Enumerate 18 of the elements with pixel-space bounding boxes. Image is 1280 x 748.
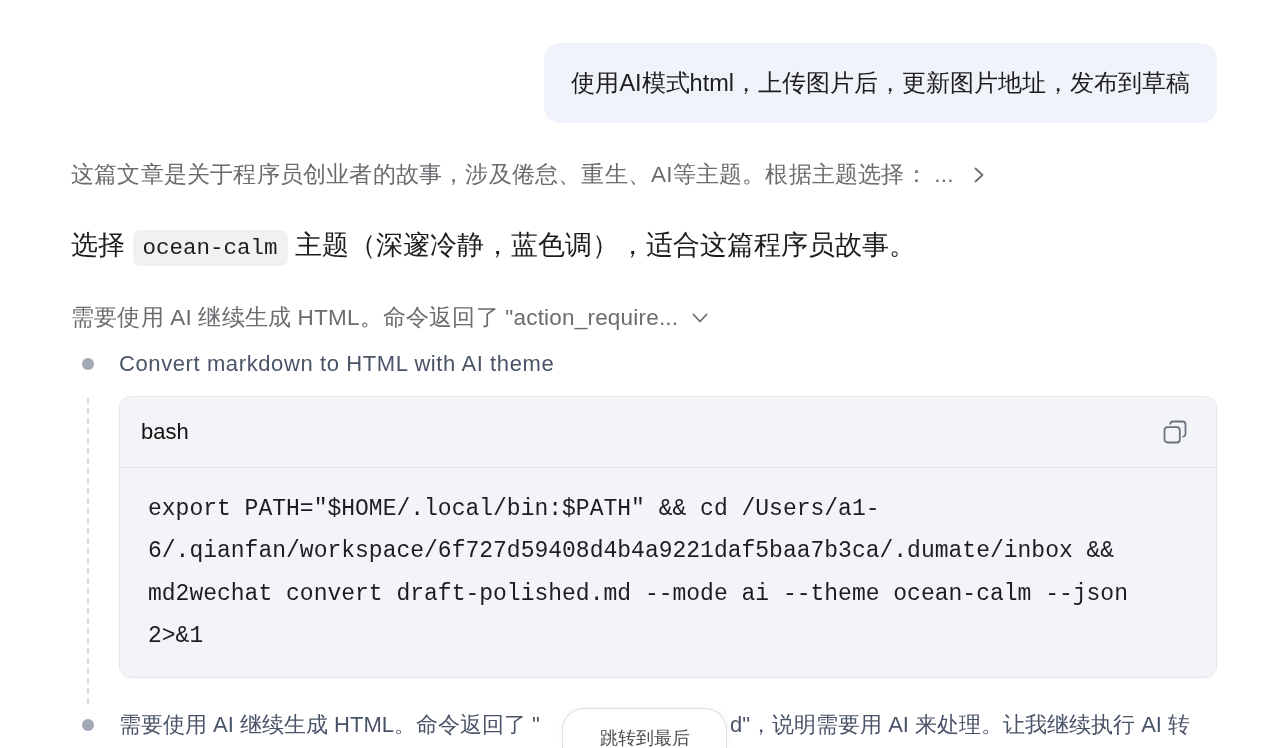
user-message: 使用AI模式html，上传图片后，更新图片地址，发布到草稿	[544, 43, 1217, 123]
copy-button[interactable]	[1163, 420, 1187, 444]
copy-icon	[1163, 420, 1187, 444]
code-line: export PATH="$HOME/.local/bin:$PATH" && cd /Users/a1-	[148, 495, 880, 524]
step-dot-icon	[82, 358, 94, 370]
code-language-label: bash	[141, 419, 189, 445]
jump-to-end-button[interactable]: 跳转到最后	[562, 708, 727, 748]
reasoning-toggle[interactable]: 这篇文章是关于程序员创业者的故事，涉及倦怠、重生、AI等主题。根据主题选择： ...	[71, 160, 984, 190]
step-text: d"，说明需要用 AI 来处理。让我继续执行 AI 转	[730, 711, 1191, 740]
code-line: 6/.qianfan/workspace/6f727d59408d4b4a9221daf5baa7b3ca/.dumate/inbox &&	[148, 537, 1115, 567]
code-line: 2>&1	[148, 621, 204, 651]
code-line: md2wechat convert draft-polished.md --mode ai --theme ocean-calm --json	[148, 579, 1128, 609]
reply-text: 选择 ocean-calm 主题（深邃冷静，蓝色调），适合这篇程序员故事。	[71, 225, 1217, 268]
step-dot-icon	[82, 719, 94, 732]
step-title: Convert markdown to HTML with AI theme	[119, 350, 556, 378]
step-text: 需要使用 AI 继续生成 HTML。命令返回了 "	[119, 711, 540, 740]
inline-code: ocean-calm	[132, 230, 288, 266]
action-group-toggle[interactable]: 需要使用 AI 继续生成 HTML。命令返回了 "action_require...	[71, 303, 709, 333]
